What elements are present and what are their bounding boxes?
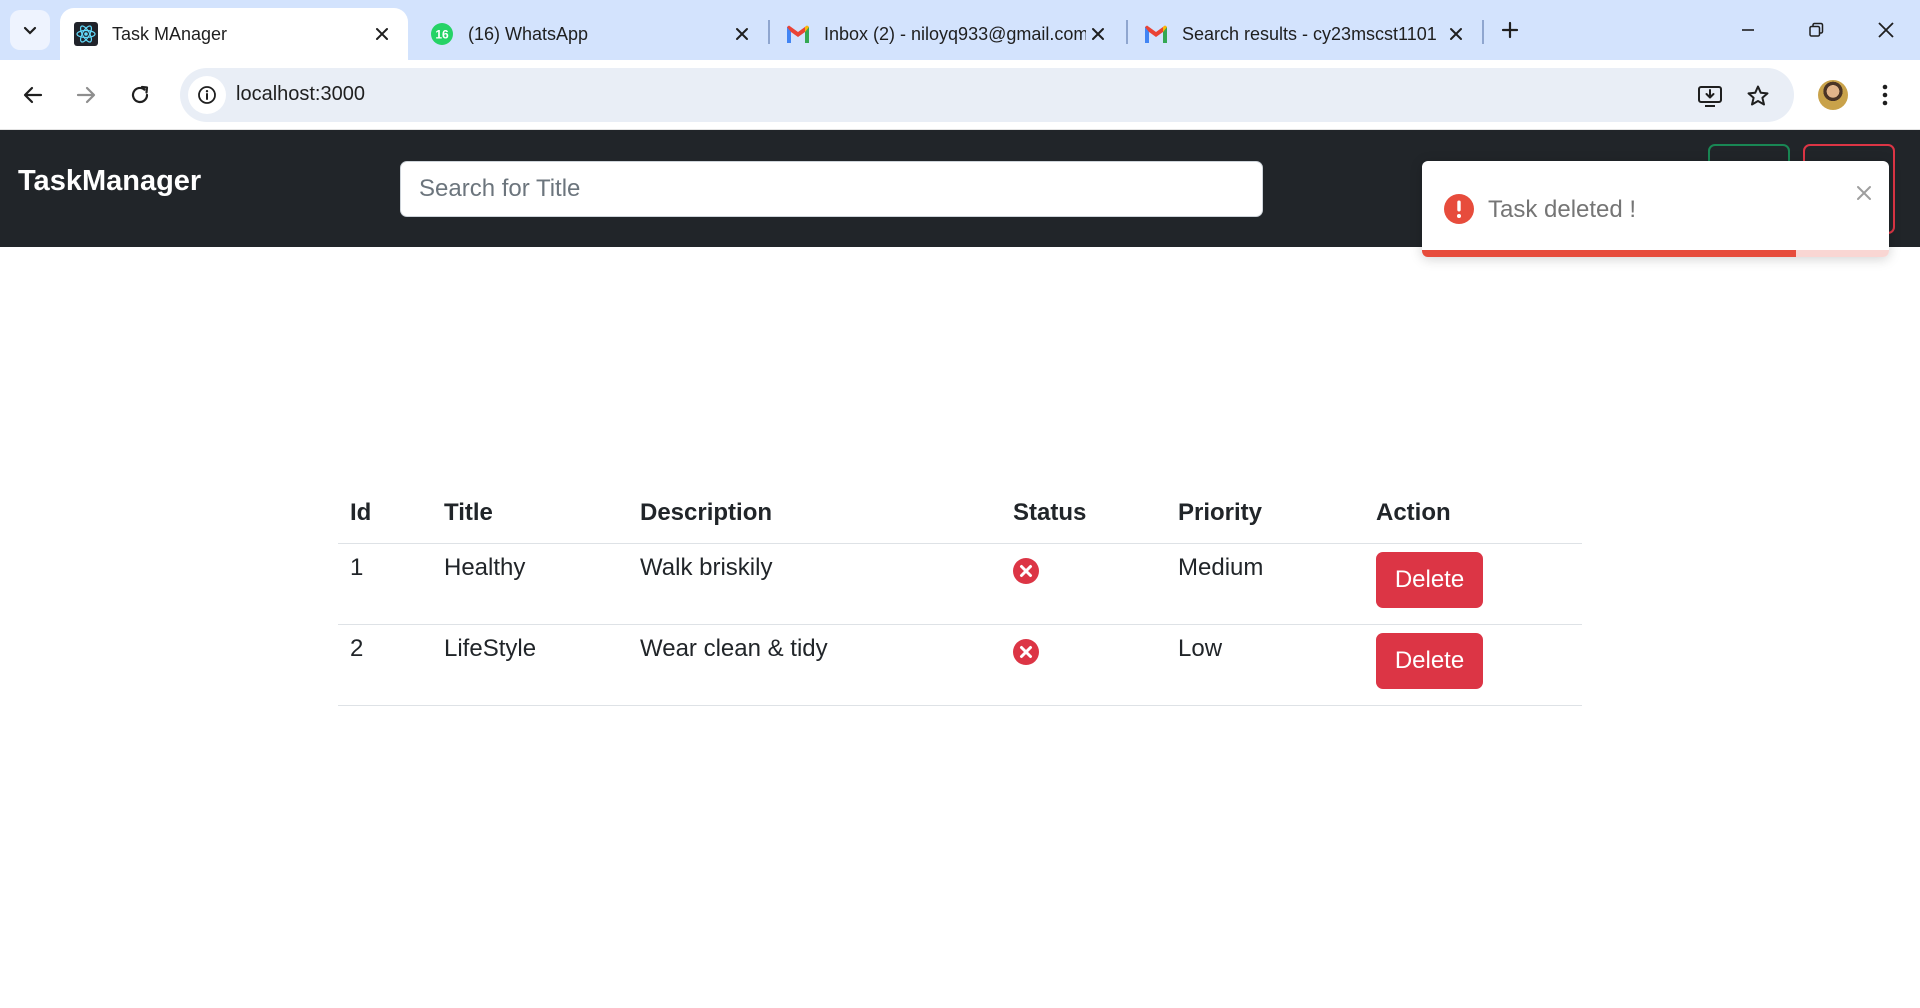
browser-tabstrip: Task MAnager 16 (16) WhatsApp Inbox (2) … bbox=[0, 0, 1920, 60]
minimize-button[interactable] bbox=[1728, 12, 1768, 48]
tab-title: (16) WhatsApp bbox=[468, 23, 589, 44]
gmail-icon bbox=[1144, 22, 1168, 46]
column-header-title: Title bbox=[432, 483, 628, 544]
restore-button[interactable] bbox=[1796, 12, 1836, 48]
reload-icon bbox=[131, 85, 149, 104]
tab-search-button[interactable] bbox=[10, 10, 50, 50]
more-vertical-icon bbox=[1882, 84, 1888, 106]
table-row: 2 LifeStyle Wear clean & tidy Low Delete bbox=[338, 624, 1582, 706]
toast-progress-bar bbox=[1422, 250, 1796, 257]
table-row: 1 Healthy Walk briskily Medium Delete bbox=[338, 543, 1582, 625]
whatsapp-icon: 16 bbox=[430, 22, 454, 46]
incomplete-status-icon bbox=[1013, 638, 1039, 665]
toast-notification: Task deleted ! bbox=[1422, 161, 1889, 257]
bookmark-star-icon[interactable] bbox=[1744, 82, 1772, 110]
task-status bbox=[1001, 543, 1166, 625]
gmail-icon bbox=[786, 22, 810, 46]
task-action-cell: Delete bbox=[1364, 624, 1582, 706]
tab-title: Inbox (2) - niloyq933@gmail.com bbox=[824, 23, 1086, 44]
task-priority: Low bbox=[1166, 624, 1364, 706]
tab-separator bbox=[768, 20, 770, 44]
delete-button[interactable]: Delete bbox=[1376, 551, 1483, 608]
tab-close-icon[interactable] bbox=[730, 22, 754, 46]
close-window-button[interactable] bbox=[1866, 12, 1906, 48]
plus-icon bbox=[1501, 21, 1519, 39]
app-brand[interactable]: TaskManager bbox=[18, 165, 201, 198]
browser-tab-gmail-inbox[interactable]: Inbox (2) - niloyq933@gmail.com bbox=[772, 8, 1124, 60]
toast-message: Task deleted ! bbox=[1488, 196, 1637, 223]
tab-close-icon[interactable] bbox=[1444, 22, 1468, 46]
close-icon bbox=[1878, 22, 1894, 38]
error-icon bbox=[1444, 194, 1474, 224]
table-header-row: Id Title Description Status Priority Act… bbox=[338, 483, 1582, 544]
column-header-description: Description bbox=[628, 483, 1001, 544]
tab-separator bbox=[1126, 20, 1128, 44]
arrow-left-icon bbox=[23, 86, 43, 104]
task-action-cell: Delete bbox=[1364, 543, 1582, 625]
browser-menu-button[interactable] bbox=[1870, 77, 1900, 113]
site-info-icon[interactable] bbox=[188, 76, 226, 114]
column-header-action: Action bbox=[1364, 483, 1582, 544]
forward-button[interactable] bbox=[68, 77, 104, 113]
browser-tab-whatsapp[interactable]: 16 (16) WhatsApp bbox=[416, 8, 768, 60]
react-icon bbox=[74, 22, 98, 46]
task-id: 1 bbox=[338, 543, 432, 625]
tab-title: Search results - cy23mscst1101 bbox=[1182, 23, 1437, 44]
column-header-priority: Priority bbox=[1166, 483, 1364, 544]
task-id: 2 bbox=[338, 624, 432, 706]
profile-avatar[interactable] bbox=[1818, 80, 1848, 110]
back-button[interactable] bbox=[15, 77, 51, 113]
new-tab-button[interactable] bbox=[1494, 14, 1526, 46]
tab-title: Task MAnager bbox=[112, 23, 228, 44]
arrow-right-icon bbox=[76, 86, 96, 104]
browser-tab-gmail-search[interactable]: Search results - cy23mscst1101 bbox=[1130, 8, 1482, 60]
restore-icon bbox=[1809, 22, 1824, 37]
search-input[interactable] bbox=[400, 161, 1263, 217]
toast-progress-track bbox=[1422, 250, 1889, 257]
task-status bbox=[1001, 624, 1166, 706]
tab-close-icon[interactable] bbox=[1086, 22, 1110, 46]
install-app-icon[interactable] bbox=[1696, 82, 1724, 110]
task-description: Wear clean & tidy bbox=[628, 624, 1001, 706]
delete-button[interactable]: Delete bbox=[1376, 632, 1483, 689]
task-description: Walk briskily bbox=[628, 543, 1001, 625]
column-header-status: Status bbox=[1001, 483, 1166, 544]
minimize-icon bbox=[1742, 29, 1754, 31]
browser-toolbar: localhost:3000 bbox=[0, 60, 1920, 130]
task-table: Id Title Description Status Priority Act… bbox=[338, 483, 1582, 706]
task-priority: Medium bbox=[1166, 543, 1364, 625]
chevron-down-icon bbox=[23, 26, 37, 35]
tab-separator bbox=[1482, 20, 1484, 44]
browser-tab-task-manager[interactable]: Task MAnager bbox=[60, 8, 408, 60]
task-title: Healthy bbox=[432, 543, 628, 625]
reload-button[interactable] bbox=[122, 77, 158, 113]
column-header-id: Id bbox=[338, 483, 432, 544]
url-text[interactable]: localhost:3000 bbox=[236, 83, 365, 106]
tab-close-icon[interactable] bbox=[370, 22, 394, 46]
svg-text:16: 16 bbox=[435, 28, 449, 42]
toast-close-icon[interactable] bbox=[1852, 181, 1876, 205]
address-bar[interactable]: localhost:3000 bbox=[180, 68, 1794, 122]
task-title: LifeStyle bbox=[432, 624, 628, 706]
incomplete-status-icon bbox=[1013, 557, 1039, 584]
